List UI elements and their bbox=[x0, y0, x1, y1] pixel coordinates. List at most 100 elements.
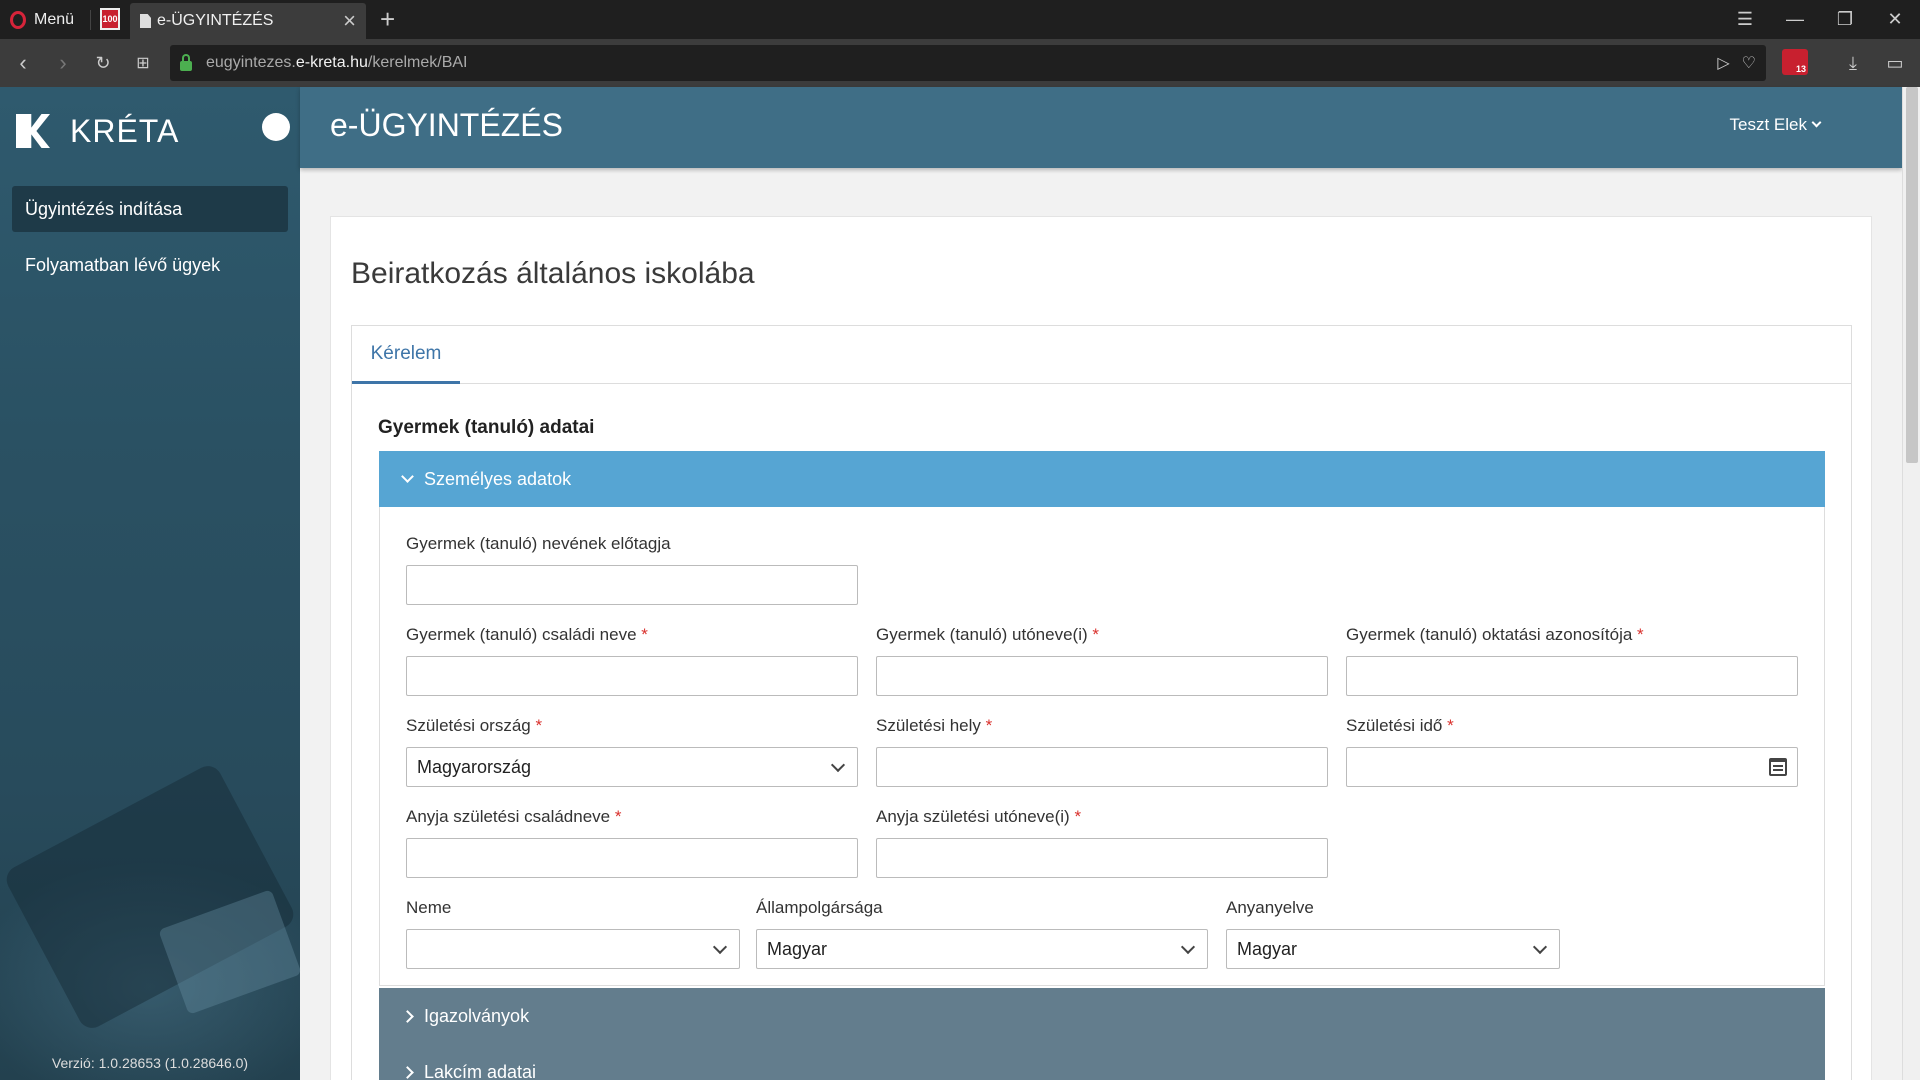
page-scrollbar[interactable] bbox=[1902, 87, 1920, 1080]
name-prefix-label: Gyermek (tanuló) nevének előtagja bbox=[406, 534, 671, 554]
chevron-down-icon bbox=[1180, 939, 1196, 955]
tab-close-icon[interactable]: × bbox=[343, 10, 356, 32]
sidebar-item-start-case[interactable]: Ügyintézés indítása bbox=[12, 186, 288, 232]
chevron-down-icon bbox=[1532, 939, 1548, 955]
mother-tongue-label: Anyanyelve bbox=[1226, 898, 1314, 918]
page-title: Beiratkozás általános iskolába bbox=[351, 257, 755, 290]
download-icon[interactable]: ⤓ bbox=[1838, 39, 1868, 87]
speed-dial-icon[interactable]: ⊞ bbox=[126, 39, 160, 87]
required-mark: * bbox=[535, 716, 543, 735]
url-input[interactable]: eugyintezes. e-kreta.hu/kerelmek/BAI ▷ ♡ bbox=[170, 45, 1766, 81]
given-name-label: Gyermek (tanuló) utóneve(i) * bbox=[876, 625, 1099, 645]
brand-name: KRÉTA bbox=[70, 112, 180, 149]
lock-icon bbox=[180, 54, 192, 71]
user-menu[interactable]: Teszt Elek bbox=[1729, 115, 1822, 135]
birth-date-input[interactable] bbox=[1346, 747, 1798, 787]
mother-family-name-label: Anyja születési családneve * bbox=[406, 807, 621, 827]
birth-date-label-text: Születési idő bbox=[1346, 716, 1443, 735]
send-icon[interactable]: ▷ bbox=[1717, 53, 1729, 73]
forward-icon[interactable]: › bbox=[46, 39, 80, 87]
user-name: Teszt Elek bbox=[1729, 115, 1807, 134]
sidebar: KRÉTA Ügyintézés indítása Folyamatban lé… bbox=[0, 87, 302, 1080]
browser-tab-title: e-ÜGYINTÉZÉS bbox=[157, 12, 274, 29]
bookmark-heart-icon[interactable]: ♡ bbox=[1742, 53, 1756, 73]
accordion-personal-data[interactable]: Személyes adatok bbox=[379, 451, 1825, 507]
citizenship-label-text: Állampolgársága bbox=[756, 898, 883, 917]
family-name-label-text: Gyermek (tanuló) családi neve bbox=[406, 625, 637, 644]
url-path: /kerelmek/BAI bbox=[367, 54, 468, 71]
brand-logo[interactable]: KRÉTA bbox=[16, 107, 179, 155]
edu-id-label: Gyermek (tanuló) oktatási azonosítója * bbox=[1346, 625, 1644, 645]
extension-badge-count: 13 bbox=[1795, 64, 1806, 74]
reload-icon[interactable]: ↻ bbox=[86, 39, 120, 87]
close-window-icon[interactable]: ✕ bbox=[1872, 0, 1918, 39]
mother-tongue-value: Magyar bbox=[1237, 938, 1298, 959]
minimize-icon[interactable]: — bbox=[1772, 0, 1818, 39]
mother-given-name-label-text: Anyja születési utóneve(i) bbox=[876, 807, 1070, 826]
accordion-label: Személyes adatok bbox=[424, 468, 572, 489]
mother-given-name-label: Anyja születési utóneve(i) * bbox=[876, 807, 1081, 827]
birth-country-label-text: Születési ország bbox=[406, 716, 531, 735]
restore-icon[interactable]: ❐ bbox=[1822, 0, 1868, 39]
birth-country-label: Születési ország * bbox=[406, 716, 542, 736]
browser-menu-button[interactable]: Menü bbox=[10, 0, 74, 39]
birth-country-value: Magyarország bbox=[417, 756, 532, 777]
chevron-right-icon bbox=[401, 1009, 414, 1023]
birth-place-input[interactable] bbox=[876, 747, 1328, 787]
name-prefix-input[interactable] bbox=[406, 565, 858, 605]
tab-separator bbox=[90, 10, 91, 30]
accordion-address[interactable]: Lakcím adatai bbox=[379, 1044, 1825, 1080]
mother-family-name-input[interactable] bbox=[406, 838, 858, 878]
given-name-label-text: Gyermek (tanuló) utóneve(i) bbox=[876, 625, 1088, 644]
tab-strip: Kérelem bbox=[352, 326, 1851, 384]
sidebar-toggle-button[interactable] bbox=[262, 113, 290, 141]
pinned-tab-icon[interactable]: 100 bbox=[100, 8, 120, 30]
tab-menu-icon[interactable]: ☰ bbox=[1722, 0, 1768, 39]
tab-label: Kérelem bbox=[370, 342, 442, 364]
gender-select[interactable] bbox=[406, 929, 740, 969]
back-icon[interactable]: ‹ bbox=[6, 39, 40, 87]
mother-given-name-input[interactable] bbox=[876, 838, 1328, 878]
sidebar-item-ongoing-cases[interactable]: Folyamatban lévő ügyek bbox=[12, 242, 288, 288]
accordion-label: Igazolványok bbox=[424, 1005, 530, 1026]
browser-address-bar: ‹ › ↻ ⊞ eugyintezes. e-kreta.hu/kerelmek/… bbox=[0, 39, 1920, 87]
birth-date-label: Születési idő * bbox=[1346, 716, 1454, 736]
opera-logo-icon bbox=[10, 10, 26, 29]
given-name-input[interactable] bbox=[876, 656, 1328, 696]
sidebar-item-label: Ügyintézés indítása bbox=[25, 198, 183, 219]
new-tab-icon[interactable]: + bbox=[380, 4, 395, 35]
browser-menu-label: Menü bbox=[34, 10, 75, 28]
accordion-certificates[interactable]: Igazolványok bbox=[379, 988, 1825, 1044]
chevron-right-icon bbox=[401, 1065, 414, 1079]
accordion-body-personal-data: Gyermek (tanuló) nevének előtagja Gyerme… bbox=[379, 507, 1825, 986]
kreta-logo-icon bbox=[16, 114, 50, 148]
family-name-label: Gyermek (tanuló) családi neve * bbox=[406, 625, 648, 645]
mother-tongue-select[interactable]: Magyar bbox=[1226, 929, 1560, 969]
sidebar-item-label: Folyamatban lévő ügyek bbox=[25, 254, 221, 275]
mother-tongue-label-text: Anyanyelve bbox=[1226, 898, 1314, 917]
birth-place-label-text: Születési hely bbox=[876, 716, 981, 735]
chevron-down-icon bbox=[401, 470, 414, 483]
chevron-down-icon bbox=[830, 757, 846, 773]
content-card: Beiratkozás általános iskolába Kérelem G… bbox=[330, 216, 1872, 1080]
gender-label: Neme bbox=[406, 898, 451, 918]
citizenship-value: Magyar bbox=[767, 938, 828, 959]
required-mark: * bbox=[985, 716, 993, 735]
active-browser-tab[interactable]: e-ÜGYINTÉZÉS × bbox=[130, 3, 366, 39]
family-name-input[interactable] bbox=[406, 656, 858, 696]
birth-place-label: Születési hely * bbox=[876, 716, 992, 736]
required-mark: * bbox=[1637, 625, 1644, 644]
extension-badge-icon[interactable]: 13 bbox=[1782, 49, 1808, 75]
tab-kerelem[interactable]: Kérelem bbox=[352, 326, 460, 384]
birth-country-select[interactable]: Magyarország bbox=[406, 747, 858, 787]
app-header: e-ÜGYINTÉZÉS Teszt Elek bbox=[300, 87, 1902, 168]
citizenship-select[interactable]: Magyar bbox=[756, 929, 1208, 969]
edu-id-input[interactable] bbox=[1346, 656, 1798, 696]
mother-family-name-label-text: Anyja születési családneve bbox=[406, 807, 611, 826]
url-host: e-kreta.hu bbox=[295, 54, 368, 71]
version-label: Verzió: 1.0.28653 (1.0.28646.0) bbox=[51, 1055, 249, 1071]
calendar-icon[interactable] bbox=[1769, 758, 1787, 776]
required-mark: * bbox=[1074, 807, 1082, 826]
battery-icon[interactable]: ▭ bbox=[1880, 39, 1910, 87]
scrollbar-thumb[interactable] bbox=[1906, 87, 1918, 463]
